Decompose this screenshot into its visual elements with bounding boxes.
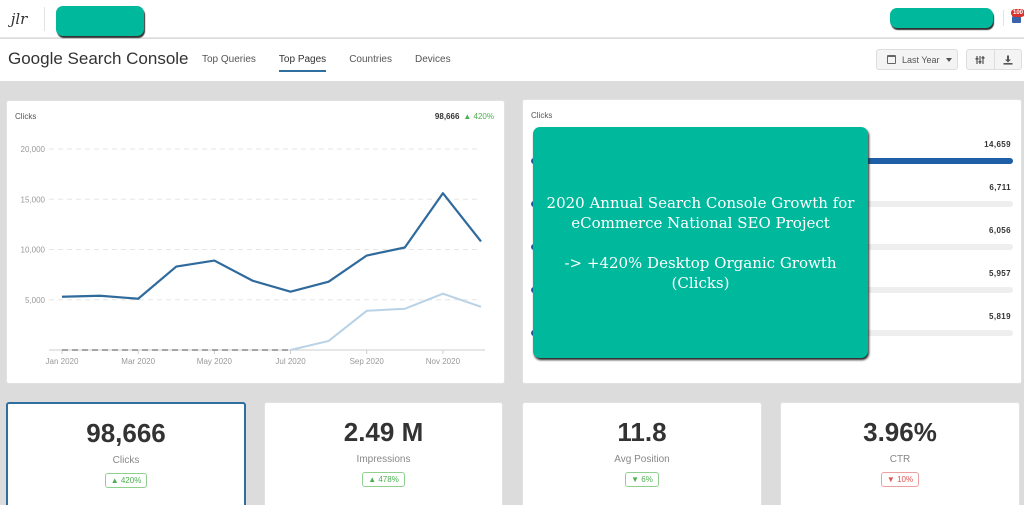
notifications-button[interactable]: 100 [1011, 9, 1024, 25]
logo[interactable]: jlr [8, 8, 30, 30]
divider [1003, 10, 1004, 26]
kpi-change-value: 6% [641, 475, 653, 484]
redacted-block [890, 8, 993, 28]
y-tick-label: 20,000 [21, 145, 46, 154]
list-item-value: 6,711 [989, 183, 1011, 192]
x-tick-label: Nov 2020 [426, 357, 461, 366]
series-current-line [61, 192, 482, 300]
kpi-ctr[interactable]: 3.96% CTR ▼ 10% [780, 402, 1020, 505]
kpi-value: 98,666 [86, 418, 166, 448]
overlay-line-2: eCommerce National SEO Project [571, 214, 830, 232]
tab-countries[interactable]: Countries [349, 54, 392, 74]
tab-top-queries[interactable]: Top Queries [202, 54, 256, 74]
kpi-value: 3.96% [863, 417, 937, 447]
annotation-overlay: 2020 Annual Search Console Growth for eC… [533, 127, 868, 358]
kpi-value: 11.8 [617, 417, 667, 447]
x-tick-label: Jan 2020 [46, 357, 79, 366]
notification-badge: 100 [1011, 9, 1024, 17]
filter-button[interactable] [967, 50, 994, 69]
kpi-label: Avg Position [614, 454, 670, 465]
date-range-label: Last Year [902, 54, 940, 65]
kpi-change-badge: ▼ 10% [880, 472, 920, 487]
list-item-value: 14,659 [984, 140, 1011, 149]
kpi-change-badge: ▼ 6% [625, 472, 659, 487]
x-tick-label: Jul 2020 [275, 357, 306, 366]
clicks-line-chart: 5,000 10,000 15,000 20,000 Jan 2020 Mar 2020 M… [21, 145, 485, 366]
kpi-change-badge: ▲ 478% [362, 472, 405, 487]
kpi-avg-position[interactable]: 11.8 Avg Position ▼ 6% [522, 402, 762, 505]
kpi-label: CTR [889, 454, 911, 465]
kpi-value: 2.49 M [343, 417, 424, 447]
top-bar: jlr 100 [0, 0, 1024, 38]
list-title: Clicks [531, 111, 553, 120]
arrow-up-icon: ▲ [368, 475, 377, 484]
redacted-block [56, 6, 144, 36]
download-button[interactable] [993, 50, 1022, 69]
arrow-down-icon: ▼ [631, 475, 640, 484]
kpi-change-value: 478% [378, 475, 399, 484]
series-previous-line [290, 292, 482, 351]
download-icon [1003, 55, 1013, 65]
x-tick-label: Mar 2020 [121, 357, 155, 366]
kpi-clicks[interactable]: 98,666 Clicks ▲ 420% [6, 402, 246, 505]
kpi-change-value: 10% [897, 475, 914, 484]
kpi-change-badge: ▲ 420% [104, 473, 148, 488]
x-tick-label: May 2020 [197, 357, 233, 366]
tab-bar: Top Queries Top Pages Countries Devices [202, 54, 474, 74]
kpi-label: Clicks [112, 455, 140, 466]
divider [44, 7, 45, 31]
page-header: Google Search Console Top Queries Top Pa… [0, 39, 1024, 81]
caret-down-icon [945, 57, 952, 62]
arrow-up-icon: ▲ [110, 476, 119, 485]
kpi-impressions[interactable]: 2.49 M Impressions ▲ 478% [264, 402, 503, 505]
calendar-icon [887, 55, 896, 64]
kpi-label: Impressions [356, 454, 411, 465]
x-tick-label: Sep 2020 [350, 357, 385, 366]
list-item-value: 5,957 [988, 269, 1011, 278]
overlay-line-1: 2020 Annual Search Console Growth for [546, 194, 855, 212]
list-item-value: 5,819 [988, 312, 1011, 321]
list-item-value: 6,056 [988, 226, 1011, 235]
tab-devices[interactable]: Devices [415, 54, 451, 74]
date-range-dropdown[interactable]: Last Year [876, 49, 958, 70]
tab-top-pages[interactable]: Top Pages [278, 54, 327, 74]
overlay-line-4: (Clicks) [671, 274, 730, 292]
y-tick-label: 5,000 [25, 296, 46, 305]
y-tick-label: 10,000 [21, 246, 46, 255]
sliders-icon [975, 55, 985, 64]
arrow-down-icon: ▼ [886, 475, 895, 484]
y-tick-label: 15,000 [21, 195, 46, 204]
toolbar-button-group [966, 49, 1022, 70]
page-title: Google Search Console [8, 49, 189, 68]
clicks-chart-card: Clicks 98,666 ▲ 420% 5,000 10,000 15,000 20,… [6, 100, 505, 384]
overlay-line-3: -> +420% Desktop Organic Growth [564, 254, 837, 272]
kpi-change-value: 420% [120, 476, 142, 485]
